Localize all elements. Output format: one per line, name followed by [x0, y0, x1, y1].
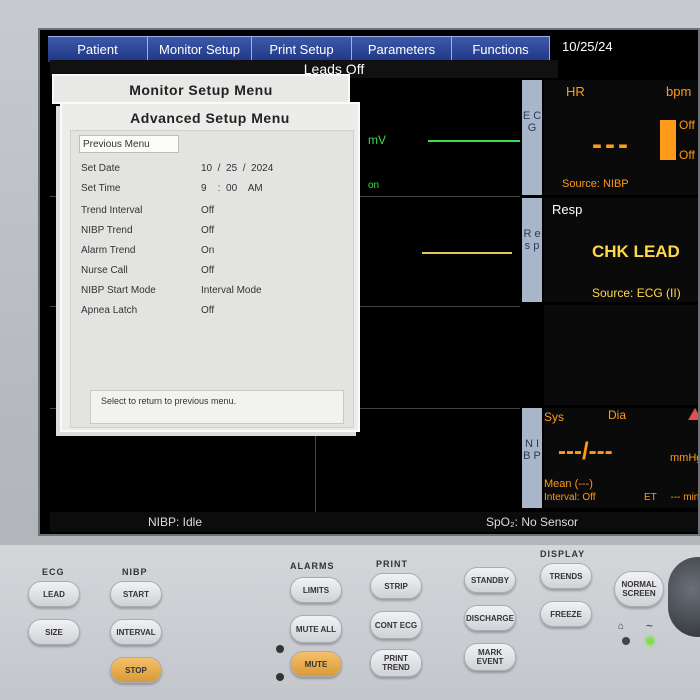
status-bar: NIBP: Idle SpO₂: No Sensor [50, 512, 698, 532]
nibp-stop-button[interactable]: STOP [110, 657, 162, 683]
menu-item-nurse-call[interactable]: Nurse Call [81, 265, 128, 276]
menu-item-trend-interval[interactable]: Trend Interval [81, 205, 142, 216]
monitor-setup-menu: Monitor Setup Menu [52, 74, 350, 104]
group-label-print: PRINT [376, 559, 408, 569]
nibp-unit: mmHg [670, 452, 700, 464]
menu-help-text: Select to return to previous menu. [90, 390, 344, 424]
hr-source: Source: NIBP [562, 178, 629, 190]
monitor-setup-menu-title: Monitor Setup Menu [129, 82, 273, 98]
menu-item-nibp-start-mode[interactable]: NIBP Start Mode [81, 285, 156, 296]
hr-label: HR [566, 84, 585, 99]
resp-value: CHK LEAD [592, 242, 680, 261]
nibp-mean: Mean (---) [544, 478, 593, 490]
nibp-interval: Interval: Off [544, 492, 596, 503]
mute-all-button[interactable]: MUTE ALL [290, 615, 342, 643]
trends-button[interactable]: TRENDS [540, 563, 592, 589]
battery-icon: ⌂ [618, 621, 625, 632]
ac-power-icon: ~ [646, 619, 654, 633]
empty-panel [544, 305, 698, 405]
ecg-scale-label: mV [368, 133, 386, 147]
size-button[interactable]: SIZE [28, 619, 80, 645]
hr-high-limit: Off [679, 118, 695, 132]
spo2-status: SpO₂: No Sensor [486, 515, 579, 529]
normal-screen-button[interactable]: NORMAL SCREEN [614, 571, 664, 607]
apnea-latch-value[interactable]: Off [201, 305, 214, 316]
nibp-trend-value[interactable]: Off [201, 225, 214, 236]
set-date-value[interactable]: 10 / 25 / 2024 [201, 163, 273, 174]
ecg-side-tab[interactable]: E C G [522, 80, 542, 195]
nurse-call-value[interactable]: Off [201, 265, 214, 276]
alarm-icon [688, 408, 698, 420]
tab-functions[interactable]: Functions [452, 36, 550, 62]
cont-ecg-button[interactable]: CONT ECG [370, 611, 422, 639]
tab-parameters[interactable]: Parameters [352, 36, 452, 62]
menu-item-set-date[interactable]: Set Date [81, 163, 120, 174]
group-label-alarms: ALARMS [290, 561, 335, 571]
menu-item-apnea-latch[interactable]: Apnea Latch [81, 305, 137, 316]
previous-menu-button[interactable]: Previous Menu [79, 135, 179, 153]
set-time-value[interactable]: 9 : 00 AM [201, 183, 263, 194]
nibp-panel: Sys Dia ---/--- mmHg Mean (---) Interval… [544, 408, 700, 508]
hr-panel: HR bpm --- Off Off Source: NIBP [544, 80, 698, 195]
tab-print-setup[interactable]: Print Setup [252, 36, 352, 62]
advanced-setup-menu: Advanced Setup Menu Previous Menu Set Da… [60, 102, 360, 432]
limits-button[interactable]: LIMITS [290, 577, 342, 603]
resp-label: Resp [552, 202, 583, 217]
nibp-value: ---/--- [558, 438, 613, 465]
group-label-display: DISPLAY [540, 549, 586, 559]
menu-body: Previous Menu Set Date 10 / 25 / 2024 Se… [70, 130, 354, 428]
freeze-button[interactable]: FREEZE [540, 601, 592, 627]
tab-patient[interactable]: Patient [48, 36, 148, 62]
ecg-trace [428, 140, 520, 142]
nibp-interval-button[interactable]: INTERVAL [110, 619, 162, 645]
alarm-bar [660, 120, 676, 160]
resp-trace [422, 252, 512, 254]
date-display: 10/25/24 [562, 39, 613, 54]
alarm-led [276, 673, 284, 681]
resp-source: Source: ECG (II) [592, 286, 681, 300]
nibp-start-button[interactable]: START [110, 581, 162, 607]
group-label-nibp: NIBP [122, 567, 148, 577]
hr-low-limit: Off [679, 148, 695, 162]
hr-unit: bpm [666, 84, 692, 99]
nibp-elapsed-time: ET --- min [644, 492, 700, 503]
battery-led [622, 637, 630, 645]
print-trend-button[interactable]: PRINT TREND [370, 649, 422, 677]
control-keypad: ECG NIBP ALARMS PRINT DISPLAY LEAD SIZE … [0, 545, 700, 700]
mute-button[interactable]: MUTE [290, 651, 342, 677]
nibp-sys-label: Sys [544, 410, 565, 424]
top-tab-bar: Patient Monitor Setup Print Setup Parame… [48, 36, 558, 62]
ac-power-led [646, 637, 654, 645]
hr-value: --- [592, 128, 631, 161]
menu-item-alarm-trend[interactable]: Alarm Trend [81, 245, 135, 256]
standby-button[interactable]: STANDBY [464, 567, 516, 593]
menu-item-nibp-trend[interactable]: NIBP Trend [81, 225, 133, 236]
tab-monitor-setup[interactable]: Monitor Setup [148, 36, 252, 62]
alarm-trend-value[interactable]: On [201, 245, 214, 256]
advanced-setup-menu-title: Advanced Setup Menu [130, 110, 290, 126]
nibp-side-tab[interactable]: N I B P [522, 408, 542, 508]
strip-button[interactable]: STRIP [370, 573, 422, 599]
resp-side-tab[interactable]: R e s p [522, 198, 542, 302]
lead-button[interactable]: LEAD [28, 581, 80, 607]
resp-panel: Resp CHK LEAD Source: ECG (II) [544, 198, 698, 302]
mark-event-button[interactable]: MARK EVENT [464, 643, 516, 671]
monitor-screen: Patient Monitor Setup Print Setup Parame… [38, 28, 700, 536]
trend-interval-value[interactable]: Off [201, 205, 214, 216]
ecg-label: on [368, 180, 380, 191]
menu-item-set-time[interactable]: Set Time [81, 183, 120, 194]
nibp-dia-label: Dia [608, 408, 627, 422]
group-label-ecg: ECG [42, 567, 65, 577]
alarm-led [276, 645, 284, 653]
nibp-status: NIBP: Idle [148, 515, 203, 529]
discharge-button[interactable]: DISCHARGE [464, 605, 516, 631]
nibp-start-mode-value[interactable]: Interval Mode [201, 285, 262, 296]
